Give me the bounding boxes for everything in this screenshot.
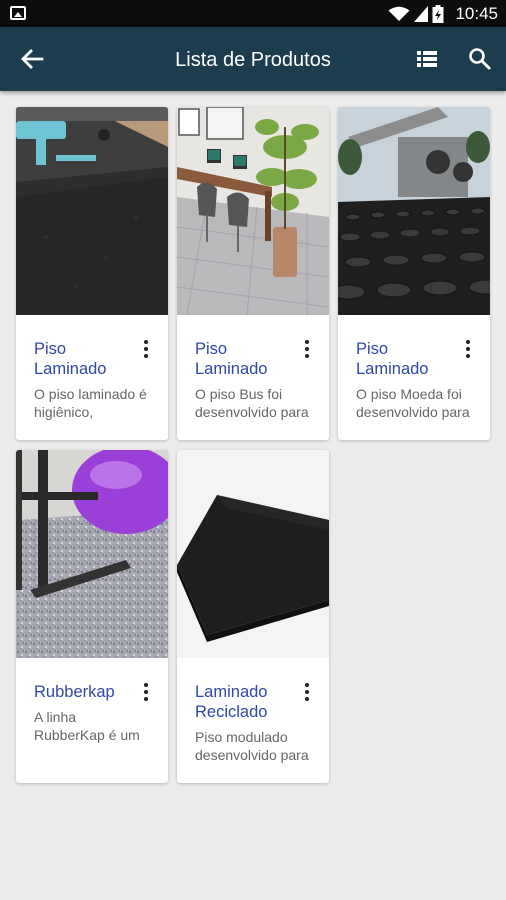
product-image — [177, 107, 329, 315]
product-description: A linha RubberKap é um — [34, 709, 140, 743]
list-view-icon — [417, 51, 437, 67]
product-description: Piso modulado desenvolvido para — [195, 729, 309, 763]
product-card[interactable]: Rubberkap A linha RubberKap é um — [16, 450, 168, 783]
product-image — [177, 450, 329, 658]
product-image — [338, 107, 490, 315]
product-name[interactable]: Piso Laminado — [34, 339, 140, 379]
product-card[interactable]: Piso Laminado O piso laminado é higiênic… — [16, 107, 168, 440]
product-name[interactable]: Rubberkap — [34, 682, 140, 702]
app-bar: Lista de Produtos — [0, 27, 506, 91]
more-vert-icon[interactable] — [136, 682, 156, 702]
list-view-button[interactable] — [414, 47, 440, 71]
product-name[interactable]: Laminado Reciclado — [195, 682, 301, 722]
more-vert-icon[interactable] — [297, 339, 317, 359]
product-description: O piso Bus foi desenvolvido para — [195, 386, 309, 420]
status-bar: 10:45 — [0, 0, 506, 27]
search-icon — [469, 48, 491, 70]
product-image — [16, 450, 168, 658]
product-card[interactable]: Piso Laminado O piso Bus foi desenvolvid… — [177, 107, 329, 440]
status-time: 10:45 — [455, 4, 498, 23]
image-icon — [10, 6, 26, 20]
status-icons — [388, 4, 444, 24]
product-image — [16, 107, 168, 315]
product-description: O piso Moeda foi desenvolvido para — [356, 386, 470, 420]
product-description: O piso laminado é higiênico, — [34, 386, 147, 420]
more-vert-icon[interactable] — [297, 682, 317, 702]
battery-icon — [432, 5, 444, 23]
more-vert-icon[interactable] — [136, 339, 156, 359]
product-card[interactable]: Laminado Reciclado Piso modulado desenvo… — [177, 450, 329, 783]
wifi-icon — [388, 6, 410, 21]
product-card[interactable]: Piso Laminado O piso Moeda foi desenvolv… — [338, 107, 490, 440]
signal-icon — [414, 6, 428, 22]
more-vert-icon[interactable] — [458, 339, 478, 359]
product-name[interactable]: Piso Laminado — [195, 339, 301, 379]
product-name[interactable]: Piso Laminado — [356, 339, 462, 379]
search-button[interactable] — [466, 45, 494, 73]
